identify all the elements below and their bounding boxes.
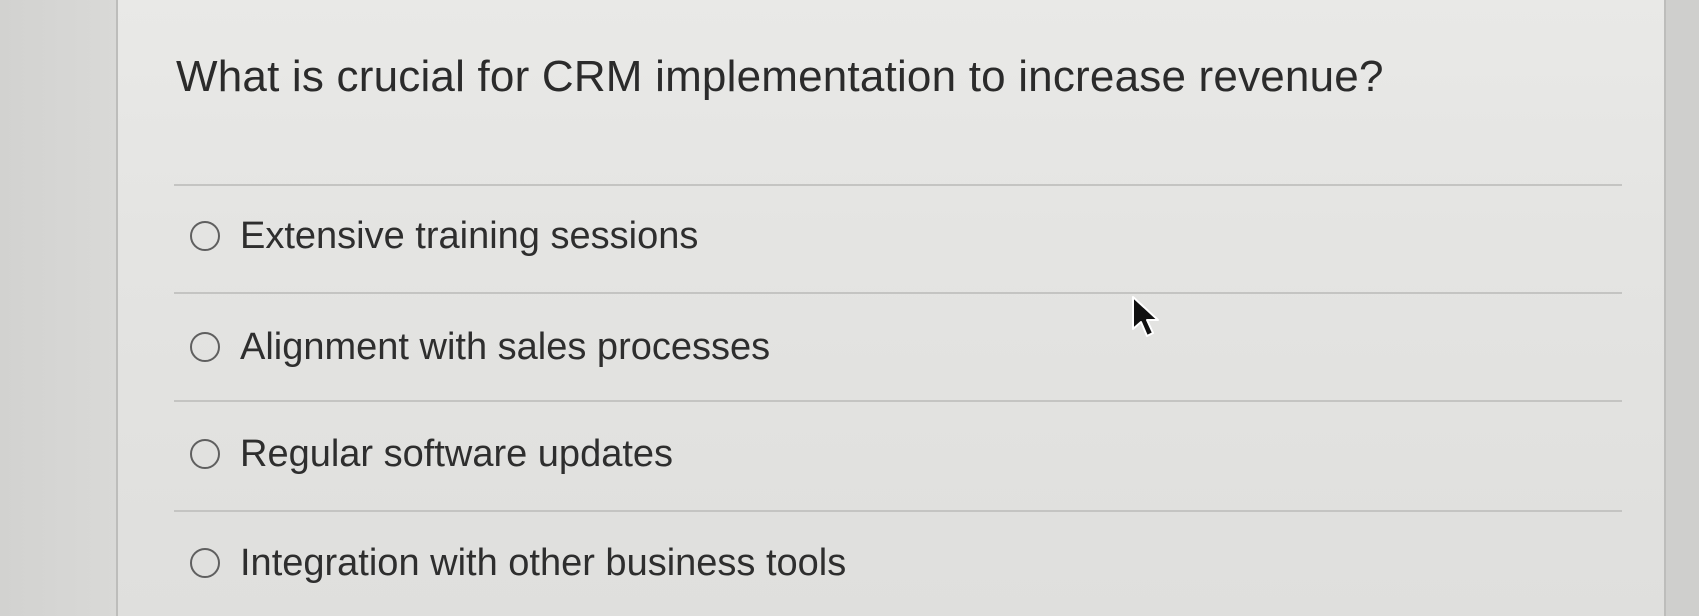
option-label: Integration with other business tools [240,541,847,584]
left-gutter [0,0,116,616]
option-3[interactable]: Regular software updates [190,424,673,484]
divider [174,184,1622,186]
right-gutter [1666,0,1699,616]
option-4[interactable]: Integration with other business tools [190,533,846,593]
arrow-cursor-icon [1132,296,1159,337]
radio-button[interactable] [190,439,220,469]
divider [174,292,1622,294]
divider [174,400,1622,402]
divider [174,510,1622,512]
option-1[interactable]: Extensive training sessions [190,206,698,266]
option-label: Extensive training sessions [240,214,699,257]
option-2[interactable]: Alignment with sales processes [190,317,770,377]
question-text: What is crucial for CRM implementation t… [176,52,1384,101]
radio-button[interactable] [190,221,220,251]
option-label: Alignment with sales processes [240,325,771,368]
radio-button[interactable] [190,548,220,578]
option-label: Regular software updates [240,432,674,475]
radio-button[interactable] [190,332,220,362]
